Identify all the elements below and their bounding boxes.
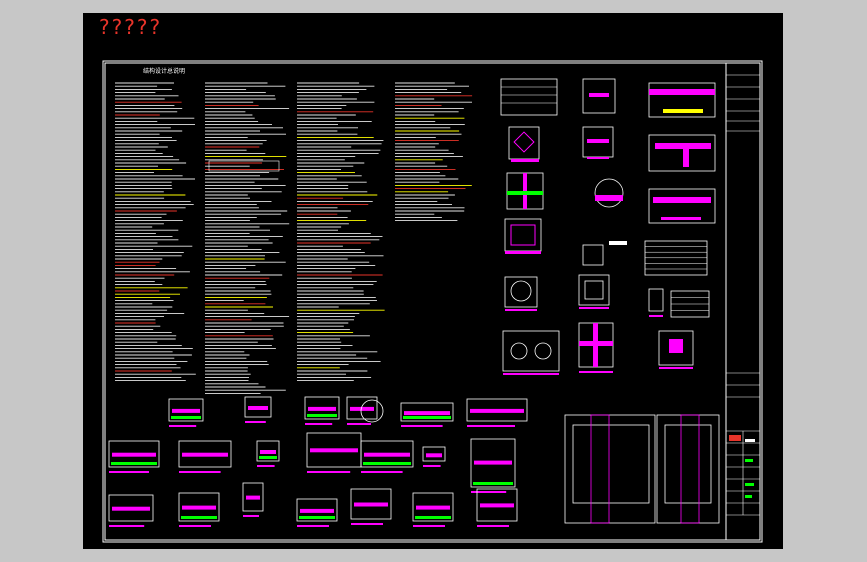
detail-fill [609,241,627,245]
detail-fill [171,416,201,419]
detail-outline [578,274,610,306]
detail-fill [467,425,515,427]
detail-fill [505,309,537,311]
detail-fill [181,516,217,519]
detail-fill [505,251,541,254]
detail-outline [500,78,558,116]
detail-fill [109,471,149,473]
detail-fill [310,448,358,453]
detail-outline [504,218,542,252]
detail-fill [364,452,410,457]
detail-fill [112,452,156,457]
detail-fill [354,502,388,507]
detail-fill [655,143,711,149]
detail-fill [426,453,442,458]
detail-fill [659,367,693,369]
detail-fill [297,525,329,527]
detail-fill [589,93,609,97]
detail-fill [179,471,221,473]
detail-fill [415,516,451,519]
detail-fill [416,505,450,510]
notes-heading: 结构设计总说明 [143,67,185,75]
detail-fill [404,411,450,416]
detail-fill [363,462,411,465]
detail-fill [169,425,197,427]
detail-fill [470,408,524,413]
detail-fill [507,191,543,195]
detail-fill [308,406,336,411]
detail-fill [307,414,337,417]
detail-fill [299,516,335,519]
detail-fill [182,505,216,510]
detail-outline [648,288,664,312]
detail-fill [347,423,371,425]
cad-drawing: 结构设计总说明 [102,60,763,543]
detail-fill [307,471,351,473]
detail-fill [663,109,703,113]
detail-fill [260,450,276,454]
detail-fill [473,482,513,485]
detail-outline [504,276,538,308]
detail-fill [579,341,613,346]
detail-fill [172,408,200,413]
wall-section-details [564,414,720,524]
title-block-marks [729,435,755,498]
detail-fill [245,421,266,423]
detail-fill [595,195,623,201]
detail-fill [649,315,663,317]
detail-fill [109,525,145,527]
detail-fill [471,491,507,493]
detail-fill [653,197,711,203]
detail-outline [648,134,716,172]
detail-fill [587,157,609,159]
detail-fill [351,523,383,525]
detail-fill [579,307,609,309]
detail-drawings [108,78,716,527]
detail-fill [179,525,211,527]
detail-fill [423,465,441,467]
detail-fill [300,508,334,513]
detail-fill [403,416,451,419]
detail-fill [259,456,277,459]
detail-fill [649,89,715,95]
detail-fill [480,503,514,508]
title-block [726,74,760,516]
detail-fill [305,423,333,425]
detail-fill [587,139,609,143]
detail-fill [257,465,275,467]
detail-fill [511,159,539,162]
detail-fill [661,217,701,220]
detail-fill [246,495,260,500]
detail-fill [401,425,443,427]
detail-fill [579,371,613,373]
detail-fill [112,506,150,511]
detail-fill [474,460,512,465]
detail-fill [243,515,259,517]
detail-fill [503,373,559,375]
detail-fill [683,149,689,167]
detail-fill [248,406,268,410]
detail-fill [182,452,228,457]
detail-fill [477,525,509,527]
general-notes [115,82,473,394]
drawing-sheet: ????? 结构设计总说明 [83,13,783,549]
detail-fill [350,406,374,411]
detail-fill [361,471,403,473]
detail-fill [669,339,683,353]
detail-fill [111,462,157,465]
detail-outline [582,244,604,266]
detail-fill [413,525,445,527]
